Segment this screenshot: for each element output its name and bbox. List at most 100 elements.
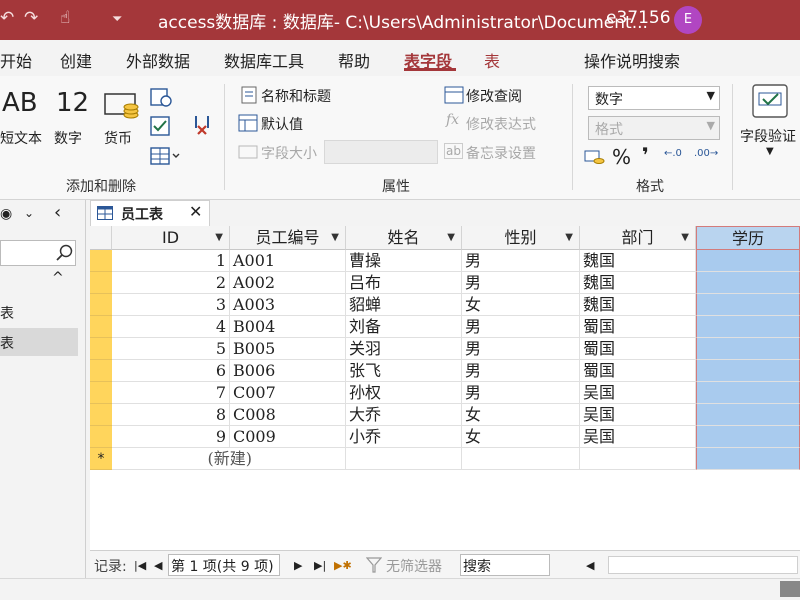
short-text-button[interactable]: 短文本 xyxy=(0,128,42,148)
cell-name[interactable]: 曹操 xyxy=(346,250,462,272)
cell-id[interactable]: 8 xyxy=(112,404,230,426)
cell-department[interactable] xyxy=(580,448,696,470)
nav-search-input[interactable] xyxy=(0,240,76,266)
cell-gender[interactable]: 女 xyxy=(462,294,580,316)
cell-gender[interactable]: 女 xyxy=(462,404,580,426)
last-record-icon[interactable]: ▶| xyxy=(314,559,326,572)
cell-department[interactable]: 蜀国 xyxy=(580,316,696,338)
cell-name[interactable]: 吕布 xyxy=(346,272,462,294)
tab-table[interactable]: 表 xyxy=(484,48,500,72)
field-validation-button[interactable]: 字段验证 xyxy=(740,126,796,146)
chevron-down-icon[interactable]: ▼ xyxy=(215,226,223,250)
cell-name[interactable]: 大乔 xyxy=(346,404,462,426)
cell-id[interactable]: 6 xyxy=(112,360,230,382)
cell-education[interactable] xyxy=(696,404,800,426)
new-record-placeholder[interactable]: (新建) xyxy=(112,448,252,470)
cell-education[interactable] xyxy=(696,448,800,470)
scroll-left-icon[interactable]: ◀ xyxy=(586,559,594,572)
chevron-down-icon[interactable]: ▼ xyxy=(331,226,339,250)
cell-name[interactable]: 张飞 xyxy=(346,360,462,382)
tab-database-tools[interactable]: 数据库工具 xyxy=(224,48,304,72)
default-value-icon[interactable] xyxy=(238,114,258,132)
data-type-select[interactable]: 数字 ▼ xyxy=(588,86,720,110)
next-record-icon[interactable]: ▶ xyxy=(294,559,302,572)
cell-education[interactable] xyxy=(696,426,800,448)
chevron-down-icon[interactable]: ▼ xyxy=(766,146,774,157)
undo-icon[interactable]: ↶ xyxy=(0,8,14,28)
cell-education[interactable] xyxy=(696,316,800,338)
first-record-icon[interactable]: |◀ xyxy=(134,559,146,572)
header-department[interactable]: 部门 ▼ xyxy=(580,226,696,250)
chevron-down-icon[interactable]: ▼ xyxy=(681,226,689,250)
cell-name[interactable]: 刘备 xyxy=(346,316,462,338)
filter-icon[interactable] xyxy=(366,557,382,573)
search-icon[interactable] xyxy=(55,244,73,262)
nav-item-table[interactable]: 表 xyxy=(0,298,78,326)
cell-employee-code[interactable]: B004 xyxy=(230,316,346,338)
chevron-down-icon[interactable]: ▼ xyxy=(565,226,573,250)
cell-gender[interactable]: 男 xyxy=(462,338,580,360)
cell-employee-code[interactable]: B005 xyxy=(230,338,346,360)
new-record-icon[interactable]: ▶✱ xyxy=(334,559,352,572)
cell-id[interactable]: 2 xyxy=(112,272,230,294)
cell-department[interactable]: 魏国 xyxy=(580,272,696,294)
cell-gender[interactable]: 男 xyxy=(462,272,580,294)
horizontal-scrollbar[interactable] xyxy=(608,556,798,574)
touch-mode-icon[interactable]: ☝ xyxy=(60,8,70,28)
row-selector[interactable] xyxy=(90,360,112,382)
row-selector[interactable] xyxy=(90,316,112,338)
delete-field-icon[interactable] xyxy=(192,114,214,136)
cell-id[interactable]: 5 xyxy=(112,338,230,360)
decrease-decimals-button[interactable]: .00→ xyxy=(694,148,718,159)
cell-name[interactable]: 小乔 xyxy=(346,426,462,448)
more-fields-icon[interactable] xyxy=(150,146,184,168)
row-selector[interactable] xyxy=(90,426,112,448)
row-selector[interactable] xyxy=(90,272,112,294)
modify-lookup-button[interactable]: 修改查阅 xyxy=(466,86,522,106)
cell-department[interactable]: 蜀国 xyxy=(580,360,696,382)
cell-employee-code[interactable]: A001 xyxy=(230,250,346,272)
short-text-icon[interactable]: AB xyxy=(2,88,38,118)
nav-item-table-selected[interactable]: 表 xyxy=(0,328,78,356)
cell-department[interactable]: 吴国 xyxy=(580,382,696,404)
cell-employee-code[interactable]: C009 xyxy=(230,426,346,448)
default-value-button[interactable]: 默认值 xyxy=(261,114,303,134)
cell-gender[interactable]: 男 xyxy=(462,316,580,338)
currency-format-icon[interactable] xyxy=(584,148,606,166)
cell-education[interactable] xyxy=(696,272,800,294)
row-selector[interactable] xyxy=(90,294,112,316)
cell-id[interactable]: 9 xyxy=(112,426,230,448)
tab-help[interactable]: 帮助 xyxy=(338,48,370,72)
cell-name[interactable]: 貂蝉 xyxy=(346,294,462,316)
cell-gender[interactable]: 男 xyxy=(462,360,580,382)
cell-id[interactable]: 7 xyxy=(112,382,230,404)
cell-name[interactable]: 孙权 xyxy=(346,382,462,404)
modify-lookup-icon[interactable] xyxy=(444,86,464,104)
cell-employee-code[interactable]: A003 xyxy=(230,294,346,316)
cell-gender[interactable]: 男 xyxy=(462,250,580,272)
close-icon[interactable]: ✕ xyxy=(189,202,202,221)
tab-home[interactable]: 开始 xyxy=(0,48,32,72)
record-position-field[interactable]: 第 1 项(共 9 项) xyxy=(168,554,280,576)
cell-employee-code[interactable]: B006 xyxy=(230,360,346,382)
currency-button[interactable]: 货币 xyxy=(104,128,132,148)
customize-toolbar-icon[interactable]: ⏷ xyxy=(112,12,122,27)
row-selector[interactable] xyxy=(90,382,112,404)
collapse-nav-icon[interactable]: ‹ xyxy=(54,202,61,223)
tell-me-search[interactable]: 操作说明搜索 xyxy=(584,48,680,72)
header-employee-code[interactable]: 员工编号 ▼ xyxy=(230,226,346,250)
previous-record-icon[interactable]: ◀ xyxy=(154,559,162,572)
cell-id[interactable]: 3 xyxy=(112,294,230,316)
name-caption-button[interactable]: 名称和标题 xyxy=(261,86,331,106)
cell-employee-code[interactable]: A002 xyxy=(230,272,346,294)
row-selector[interactable] xyxy=(90,404,112,426)
cell-department[interactable]: 吴国 xyxy=(580,426,696,448)
row-selector[interactable] xyxy=(90,338,112,360)
cell-employee-code[interactable]: C007 xyxy=(230,382,346,404)
filter-status[interactable]: 无筛选器 xyxy=(386,556,442,576)
number-icon[interactable]: 12 xyxy=(56,88,89,118)
redo-icon[interactable]: ↷ xyxy=(24,8,38,28)
cell-department[interactable]: 魏国 xyxy=(580,294,696,316)
avatar[interactable]: E xyxy=(674,6,702,34)
chevron-down-icon[interactable]: ▼ xyxy=(447,226,455,250)
